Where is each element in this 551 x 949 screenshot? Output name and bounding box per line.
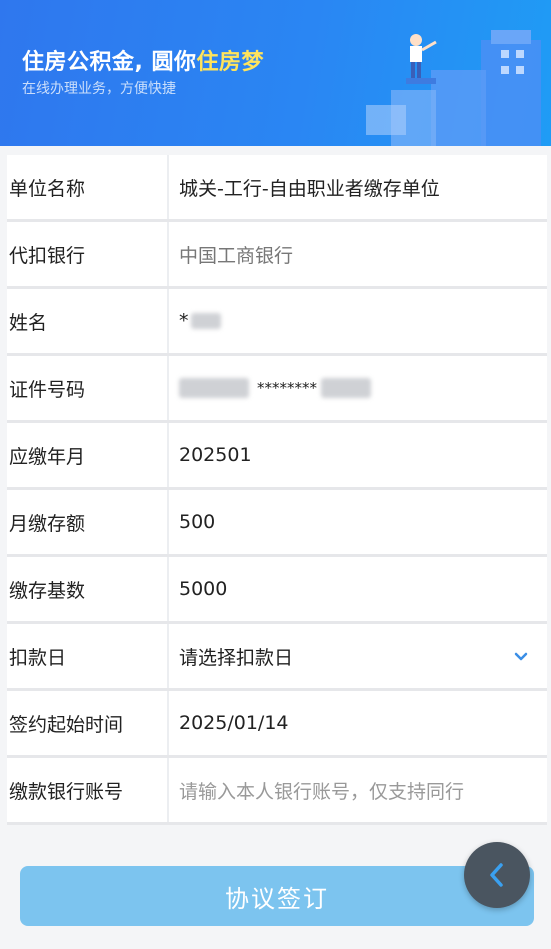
- id-value: ********: [169, 356, 547, 420]
- deduction-day-label: 扣款日: [7, 624, 169, 688]
- chevron-left-icon: [490, 863, 503, 887]
- form-row-monthly-amount: 月缴存额 500: [7, 490, 547, 557]
- name-label: 姓名: [7, 289, 169, 353]
- account-input[interactable]: 请输入本人银行账号，仅支持同行: [169, 758, 547, 822]
- form-row-bank: 代扣银行 中国工商银行: [7, 222, 547, 289]
- back-float-button[interactable]: [464, 842, 530, 908]
- contribution-form: 单位名称 城关-工行-自由职业者缴存单位 代扣银行 中国工商银行 姓名 * 证件…: [7, 155, 547, 825]
- chevron-down-icon[interactable]: [513, 648, 529, 664]
- banner-subtitle: 在线办理业务，方便快捷: [22, 81, 176, 97]
- id-redaction-end: [321, 378, 371, 398]
- company-value: 城关-工行-自由职业者缴存单位: [179, 177, 440, 200]
- start-date-value[interactable]: 2025/01/14: [169, 691, 547, 755]
- period-label: 应缴年月: [7, 423, 169, 487]
- form-row-period: 应缴年月 202501: [7, 423, 547, 490]
- form-row-deduction-day[interactable]: 扣款日 请选择扣款日: [7, 624, 547, 691]
- id-label: 证件号码: [7, 356, 169, 420]
- name-masked-text: *: [179, 310, 189, 332]
- form-row-id: 证件号码 ********: [7, 356, 547, 423]
- base-input[interactable]: 5000: [169, 557, 547, 621]
- name-redaction: [190, 313, 221, 329]
- bank-value: 中国工商银行: [179, 244, 294, 267]
- form-row-account: 缴款银行账号 请输入本人银行账号，仅支持同行: [7, 758, 547, 825]
- form-row-start-date: 签约起始时间 2025/01/14: [7, 691, 547, 758]
- form-row-name: 姓名 *: [7, 289, 547, 356]
- account-label: 缴款银行账号: [7, 758, 169, 822]
- banner-title: 住房公积金, 圆你住房梦: [22, 50, 265, 75]
- start-date-label: 签约起始时间: [7, 691, 169, 755]
- id-redaction-start: [179, 378, 249, 398]
- header-banner: 住房公积金, 圆你住房梦 在线办理业务，方便快捷: [0, 0, 551, 146]
- city-illustration: [366, 30, 541, 146]
- bank-label: 代扣银行: [7, 222, 169, 286]
- base-label: 缴存基数: [7, 557, 169, 621]
- form-row-base: 缴存基数 5000: [7, 557, 547, 624]
- monthly-amount-label: 月缴存额: [7, 490, 169, 554]
- company-label: 单位名称: [7, 155, 169, 219]
- id-masked-text: ********: [257, 379, 317, 397]
- sign-agreement-button[interactable]: 协议签订: [20, 866, 534, 926]
- period-value: 202501: [179, 444, 252, 466]
- name-value: *: [169, 289, 547, 353]
- deduction-day-select[interactable]: 请选择扣款日: [169, 624, 547, 688]
- banner-title-highlight: 住房梦: [196, 50, 265, 75]
- form-row-company: 单位名称 城关-工行-自由职业者缴存单位: [7, 155, 547, 222]
- monthly-amount-value: 500: [179, 511, 216, 533]
